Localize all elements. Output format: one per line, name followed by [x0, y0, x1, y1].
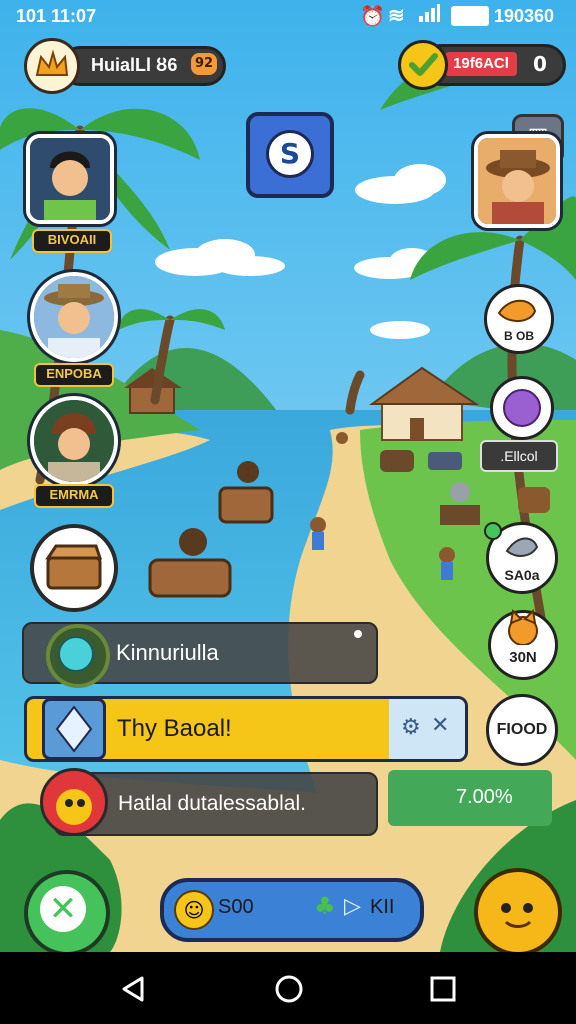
- item-label-5: FIOOD: [496, 721, 548, 738]
- currency-value: 0: [533, 52, 547, 76]
- food-button[interactable]: FIOOD: [486, 694, 558, 766]
- boy-portrait-icon: [30, 138, 110, 220]
- coin-count: S00: [218, 896, 254, 918]
- status-bar: 101 11:07 ⏰ ≋ 190360: [0, 0, 576, 34]
- player-tag-1: BIVOAII: [32, 229, 112, 253]
- player-avatar-2[interactable]: [30, 272, 118, 362]
- cancel-button[interactable]: ✕: [24, 870, 110, 956]
- shell-icon: [503, 389, 541, 427]
- bottom-bar-label: KII: [370, 896, 395, 918]
- progress-text: 7.00%: [456, 786, 513, 808]
- status-time: 101 11:07: [16, 6, 97, 26]
- fish-icon: [497, 299, 537, 322]
- gear-icon[interactable]: ⚙: [401, 715, 421, 740]
- notification-2-text: Thy Baoal!: [117, 715, 232, 742]
- item-label-4: 30N: [509, 649, 537, 666]
- player-tag-2: ENPOBA: [34, 363, 114, 387]
- status-right-text: 190360: [494, 6, 555, 26]
- player-name: HuialLl ȣ6: [91, 55, 178, 75]
- item-button-2[interactable]: [490, 376, 554, 440]
- progress-panel: 7.00%: [388, 770, 552, 826]
- check-icon: [409, 53, 438, 76]
- bottom-action-bar[interactable]: ☺ S00 ♣ ▷ KII: [160, 878, 424, 942]
- player-avatar-1[interactable]: [26, 134, 114, 224]
- pet-button[interactable]: [474, 868, 562, 956]
- crown-icon: [35, 49, 69, 76]
- cowboy-portrait-icon: [478, 138, 556, 224]
- smiley-coin-icon: ☺: [174, 890, 214, 930]
- player-emblem[interactable]: [24, 38, 80, 94]
- back-icon[interactable]: [118, 974, 148, 1004]
- player-tag-3: EMRMA: [34, 484, 114, 508]
- check-badge[interactable]: [398, 40, 448, 90]
- player-name-panel[interactable]: HuialLl ȣ6 92: [60, 46, 226, 86]
- s-emblem-icon: S: [266, 130, 314, 178]
- chest-icon: [45, 544, 103, 590]
- timer-icon: [58, 636, 94, 672]
- spellbook-button[interactable]: S: [246, 112, 334, 198]
- helmet-man-portrait-icon: [34, 400, 114, 482]
- item-button-1[interactable]: B OB: [484, 284, 554, 354]
- close-x-icon: ✕: [40, 886, 86, 932]
- signal-icon: [418, 4, 440, 22]
- treasure-chest-button[interactable]: [30, 524, 118, 612]
- fish-tool-icon: [505, 537, 539, 557]
- notification-3-text: Hatlal dutalessablal.: [118, 792, 306, 815]
- bird-icon: [56, 789, 92, 825]
- notification-1-dot: [354, 630, 362, 638]
- ally-avatar[interactable]: [474, 134, 560, 228]
- crystal-icon: [55, 705, 93, 753]
- close-icon[interactable]: ✕: [431, 713, 449, 738]
- battery-icon: [451, 6, 489, 26]
- item-label-3: SA0a: [504, 567, 540, 583]
- pet-face-icon: [501, 903, 533, 928]
- item-3-status-dot: [484, 522, 502, 540]
- player-counter: 92: [191, 53, 217, 75]
- notification-3-avatar: [40, 768, 108, 836]
- system-nav-bar: [0, 952, 576, 1024]
- recents-icon[interactable]: [428, 974, 458, 1004]
- play-icon[interactable]: ▷: [344, 894, 361, 919]
- notification-1-text: Kinnuriulla: [116, 640, 219, 665]
- timer-ring: [46, 624, 110, 688]
- alarm-icon: ⏰: [360, 6, 385, 28]
- wifi-icon: ≋: [388, 5, 405, 27]
- currency-label: 19f6ACl: [445, 52, 517, 76]
- cat-face-icon: [508, 609, 538, 645]
- hat-man-portrait-icon: [34, 276, 114, 358]
- item-button-4[interactable]: 30N: [488, 609, 558, 680]
- home-icon[interactable]: [274, 974, 304, 1004]
- item-label-1: B OB: [504, 329, 534, 343]
- item-label-2: .Ellcol: [480, 440, 558, 472]
- player-avatar-3[interactable]: [30, 396, 118, 486]
- notification-2-icon: [42, 698, 106, 760]
- leaf-icon: ♣: [314, 892, 336, 920]
